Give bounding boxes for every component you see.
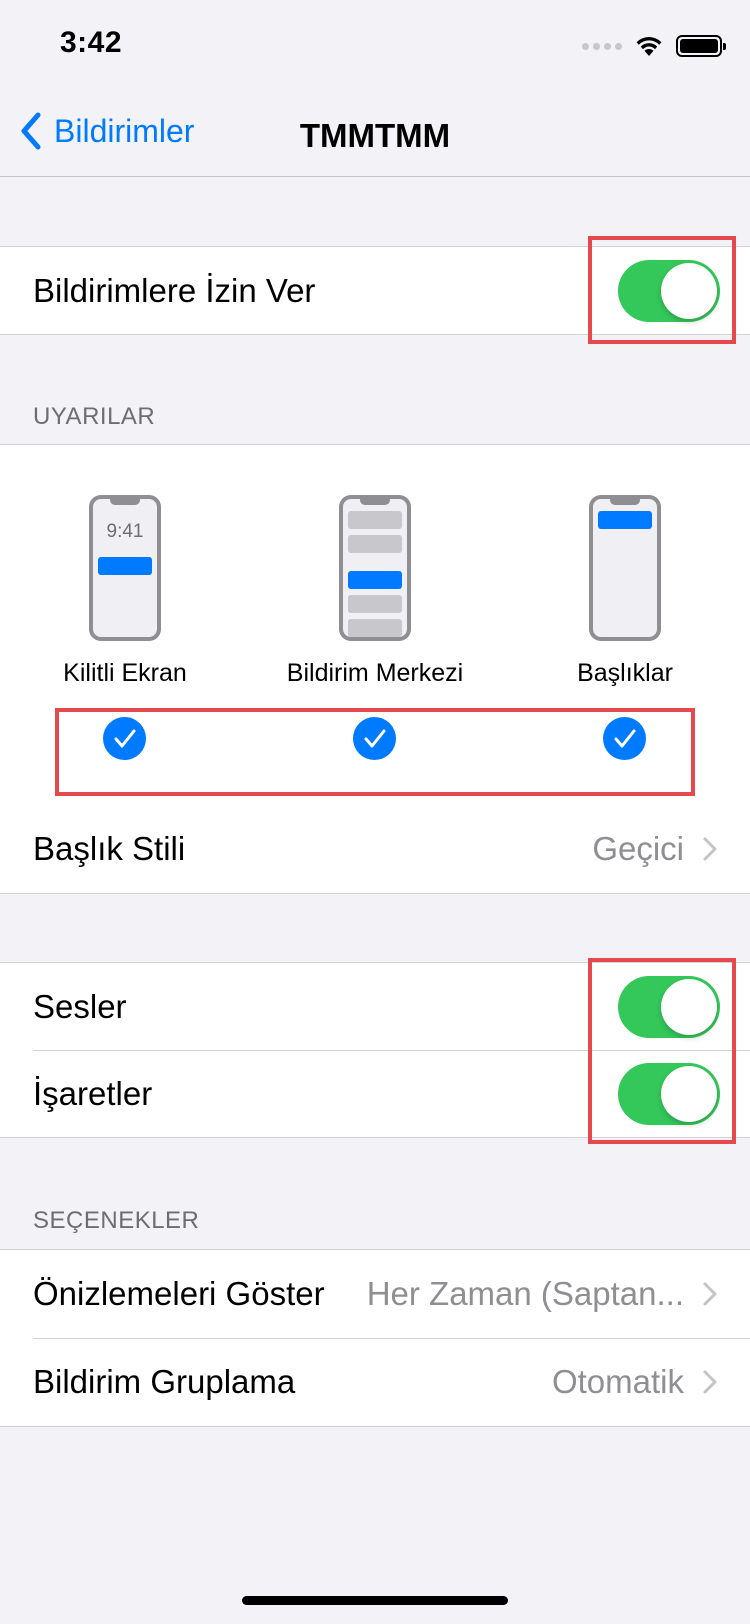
- alerts-section-header: UYARILAR: [33, 403, 156, 430]
- status-bar: 3:42: [0, 0, 750, 95]
- sounds-row: Sesler: [0, 963, 750, 1050]
- status-icons: [582, 32, 726, 60]
- chevron-right-icon: [703, 837, 717, 861]
- notification-grouping-label: Bildirim Gruplama: [33, 1363, 296, 1400]
- notification-grouping-value: Otomatik: [551, 1363, 684, 1400]
- notification-grouping-row[interactable]: Bildirim Gruplama Otomatik: [0, 1338, 750, 1426]
- allow-notifications-row: Bildirimlere İzin Ver: [0, 247, 750, 334]
- banner-style-label: Başlık Stili: [33, 830, 186, 867]
- notification-center-preview-icon: [339, 495, 411, 641]
- home-indicator[interactable]: [242, 1596, 508, 1605]
- toggle-knob: [661, 1065, 717, 1122]
- toggle-knob: [661, 978, 717, 1035]
- lock-screen-checkmark-icon[interactable]: [103, 717, 146, 760]
- banners-checkmark-icon[interactable]: [603, 717, 646, 760]
- badges-row: İşaretler: [0, 1050, 750, 1137]
- notification-center-checkmark-icon[interactable]: [353, 717, 396, 760]
- allow-notifications-group: Bildirimlere İzin Ver: [0, 246, 750, 335]
- show-previews-label: Önizlemeleri Göster: [33, 1275, 325, 1312]
- notification-center-label: Bildirim Merkezi: [286, 659, 464, 687]
- lock-screen-preview-icon: 9:41: [89, 495, 161, 641]
- preview-time: 9:41: [106, 521, 144, 542]
- navigation-bar: Bildirimler TMMTMM: [0, 95, 750, 177]
- banners-preview-icon: [589, 495, 661, 641]
- badges-label: İşaretler: [33, 1074, 153, 1112]
- cellular-signal-icon: [582, 42, 622, 50]
- page-title: TMMTMM: [299, 117, 451, 154]
- lock-screen-label: Kilitli Ekran: [63, 659, 187, 687]
- alert-styles: 9:41 Kilitli Ekran Bildirim Merkezi Başl…: [0, 445, 750, 805]
- banner-style-row[interactable]: Başlık Stili Geçici: [0, 805, 750, 893]
- alerts-group: 9:41 Kilitli Ekran Bildirim Merkezi Başl…: [0, 444, 750, 894]
- badges-toggle[interactable]: [618, 1062, 720, 1125]
- battery-icon: [676, 35, 726, 57]
- chevron-right-icon: [703, 1370, 717, 1394]
- toggle-knob: [661, 262, 717, 319]
- show-previews-value: Her Zaman (Saptan...: [366, 1275, 684, 1312]
- allow-notifications-label: Bildirimlere İzin Ver: [33, 271, 316, 309]
- chevron-right-icon: [703, 1282, 717, 1306]
- sounds-label: Sesler: [33, 987, 127, 1025]
- show-previews-row[interactable]: Önizlemeleri Göster Her Zaman (Saptan...: [0, 1250, 750, 1338]
- options-group: Önizlemeleri Göster Her Zaman (Saptan...…: [0, 1249, 750, 1427]
- status-time: 3:42: [60, 26, 123, 59]
- banner-style-value: Geçici: [592, 830, 684, 867]
- allow-notifications-toggle[interactable]: [618, 259, 720, 322]
- options-section-header: SEÇENEKLER: [33, 1207, 200, 1234]
- sounds-badges-group: Sesler İşaretler: [0, 962, 750, 1138]
- banners-label: Başlıklar: [577, 659, 673, 687]
- wifi-icon: [636, 37, 662, 56]
- sounds-toggle[interactable]: [618, 975, 720, 1038]
